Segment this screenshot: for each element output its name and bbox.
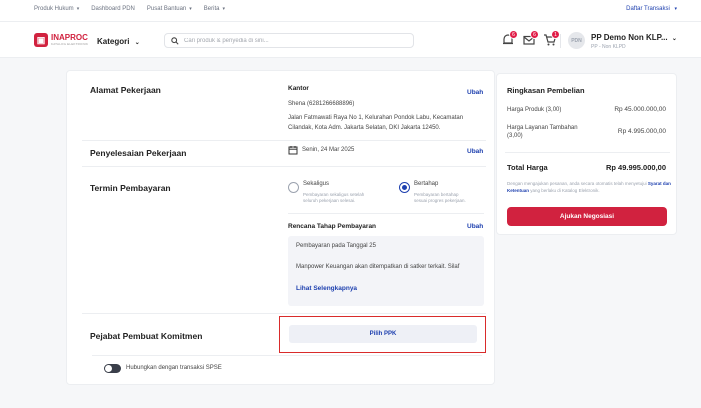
layanan-tambahan-value: Rp 4.995.000,00	[617, 128, 666, 135]
user-role: PP - Non KLPD	[591, 44, 626, 50]
radio-sekaligus-title: Sekaligus	[303, 181, 330, 187]
alamat-pekerjaan-label: Alamat Pekerjaan	[90, 85, 161, 95]
nav-berita[interactable]: Berita ▾	[204, 6, 225, 12]
logo-mark-icon: ▣	[34, 33, 48, 47]
chevron-down-icon: ▾	[76, 6, 80, 12]
layanan-tambahan-label: Harga Layanan Tambahan	[507, 125, 578, 131]
top-navbar: Produk Hukum ▾ Dashboard PDN Pusat Bantua…	[0, 0, 701, 22]
summary-divider	[505, 152, 670, 153]
top-nav-links: Produk Hukum ▾ Dashboard PDN Pusat Bantua…	[34, 6, 225, 12]
total-harga-value: Rp 49.995.000,00	[605, 163, 666, 172]
layanan-tambahan-qty: (3,00)	[507, 133, 523, 139]
address-type: Kantor	[288, 85, 309, 92]
nav-produk-hukum[interactable]: Produk Hukum ▾	[34, 6, 79, 12]
ajukan-negosiasi-button[interactable]: Ajukan Negosiasi	[507, 207, 667, 226]
divider	[82, 140, 486, 141]
user-name-label: PP Demo Non KLP...	[591, 33, 668, 42]
header-icons: 6 6 1	[501, 30, 560, 47]
rencana-tahap-title: Rencana Tahap Pembayaran	[288, 223, 377, 230]
pilih-ppk-button[interactable]: Pilih PPK	[289, 325, 477, 343]
divider	[288, 213, 484, 214]
calendar-icon	[288, 146, 298, 155]
harga-produk-value: Rp 45.000.000,00	[614, 106, 666, 113]
radio-bertahap-title: Bertahap	[414, 181, 439, 187]
terms-note-text: Dengan mengajukan pesanan, anda secara o…	[507, 181, 647, 186]
cart-button[interactable]: 1	[543, 30, 560, 47]
divider	[82, 313, 486, 314]
address-line-1: Jalan Fatmawati Raya No 1, Kelurahan Pon…	[288, 115, 464, 121]
summary-title: Ringkasan Pembelian	[507, 86, 585, 95]
search-bar[interactable]	[164, 33, 414, 48]
kategori-label: Kategori	[97, 37, 130, 46]
messages-badge: 6	[530, 30, 539, 39]
harga-produk-label: Harga Produk (3,00)	[507, 107, 562, 113]
chevron-down-icon: ⌄	[671, 36, 677, 42]
messages-button[interactable]: 6	[522, 30, 539, 47]
notification-button[interactable]: 6	[501, 30, 518, 47]
nav-label: Produk Hukum	[34, 6, 74, 12]
nav-label: Berita	[203, 6, 220, 12]
penyelesaian-ubah-link[interactable]: Ubah	[467, 148, 483, 155]
logo-subtext: KATALOG ELEKTRONIK	[51, 42, 89, 46]
kategori-dropdown[interactable]: Kategori ⌄	[97, 37, 140, 46]
alamat-ubah-link[interactable]: Ubah	[467, 89, 483, 96]
summary-card: Ringkasan Pembelian Harga Produk (3,00) …	[496, 73, 677, 235]
radio-sekaligus-circle[interactable]	[288, 182, 299, 193]
spse-toggle-label: Hubungkan dengan transaksi SPSE	[126, 365, 222, 371]
ppk-label: Pejabat Pembuat Komitmen	[90, 331, 203, 341]
header-divider	[560, 34, 561, 48]
chevron-down-icon: ▾	[674, 6, 677, 12]
divider	[92, 355, 482, 356]
penyelesaian-pekerjaan-label: Penyelesaian Pekerjaan	[90, 148, 187, 158]
nav-label: Pusat Bantuan	[146, 6, 187, 12]
plan-line-2: Manpower Keuangan akan ditempatkan di sa…	[296, 264, 460, 270]
chevron-down-icon: ▾	[189, 6, 192, 12]
radio-bertahap-circle[interactable]	[399, 182, 410, 193]
daftar-transaksi-label: Daftar Transaksi	[626, 6, 670, 12]
search-icon	[171, 36, 179, 45]
plan-line-1: Pembayaran pada Tanggal 25	[296, 243, 376, 249]
user-name[interactable]: PP Demo Non KLP... ⌄	[591, 33, 677, 42]
radio-bertahap-desc: sesuai progres pekerjaan.	[414, 198, 466, 203]
inaproc-logo[interactable]: ▣ INAPROC KATALOG ELEKTRONIK	[34, 33, 88, 47]
total-harga-label: Total Harga	[507, 163, 548, 172]
rencana-ubah-link[interactable]: Ubah	[467, 223, 483, 230]
terms-note: Dengan mengajukan pesanan, anda secara o…	[507, 181, 672, 194]
daftar-transaksi-link[interactable]: Daftar Transaksi ▾	[626, 6, 677, 12]
completion-date: Senin, 24 Mar 2025	[302, 147, 355, 153]
main-header: ▣ INAPROC KATALOG ELEKTRONIK Kategori ⌄ …	[0, 22, 701, 58]
logo-text-wrap: INAPROC KATALOG ELEKTRONIK	[51, 33, 89, 47]
radio-sekaligus-desc: seluruh pekerjaan selesai.	[303, 198, 356, 203]
divider	[82, 166, 486, 167]
notification-badge: 6	[509, 30, 518, 39]
lihat-selengkapnya-link[interactable]: Lihat Selengkapnya	[296, 285, 357, 292]
nav-pusat-bantuan[interactable]: Pusat Bantuan ▾	[147, 6, 192, 12]
termin-pembayaran-label: Termin Pembayaran	[90, 183, 171, 193]
address-line-2: Cilandak, Kota Adm. Jakarta Selatan, DKI…	[288, 125, 441, 131]
logo-text: INAPROC	[51, 33, 88, 42]
nav-label: Dashboard PDN	[91, 6, 135, 12]
chevron-down-icon: ⌄	[134, 40, 140, 46]
nav-dashboard-pdn[interactable]: Dashboard PDN	[91, 6, 135, 12]
recipient-name-phone: Shena (6281266688896)	[288, 101, 355, 107]
search-input[interactable]	[184, 37, 404, 44]
chevron-down-icon: ▾	[222, 6, 225, 12]
terms-note-text: yang berlaku di Katalog Elektronik.	[530, 187, 600, 193]
avatar[interactable]: PDN	[568, 32, 585, 49]
spse-toggle[interactable]	[104, 364, 121, 373]
cart-badge: 1	[551, 30, 560, 39]
